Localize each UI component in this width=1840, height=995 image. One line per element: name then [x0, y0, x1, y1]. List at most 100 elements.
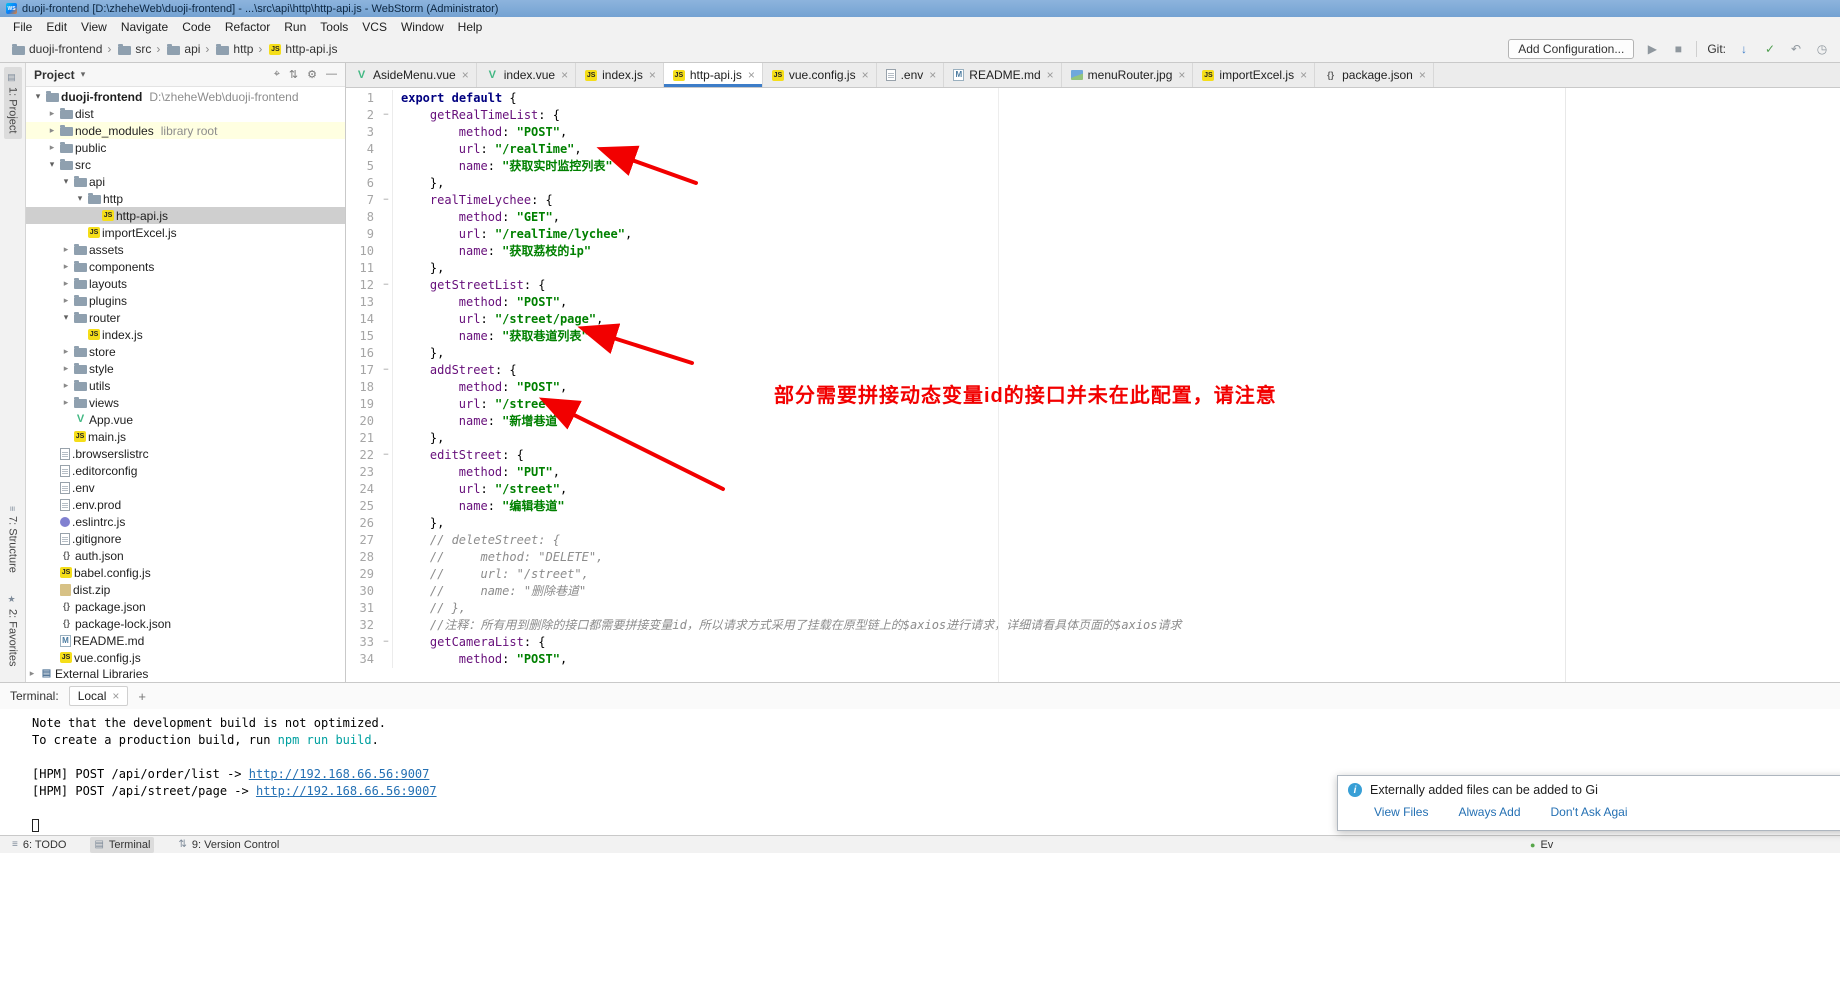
chevron-down-icon[interactable]: ▾ [32, 91, 44, 102]
breadcrumb-item-http[interactable]: http [214, 42, 253, 56]
tree-item-auth-json[interactable]: {}auth.json [26, 547, 345, 564]
close-icon[interactable]: × [112, 689, 119, 703]
tree-item-http-api-js[interactable]: JShttp-api.js [26, 207, 345, 224]
close-icon[interactable]: × [1419, 68, 1426, 82]
close-icon[interactable]: × [561, 68, 568, 82]
close-icon[interactable]: × [649, 68, 656, 82]
tree-item-node-modules[interactable]: ▸node_moduleslibrary root [26, 122, 345, 139]
notification-action-always-add[interactable]: Always Add [1458, 805, 1520, 819]
statusbar-item-9-version-control[interactable]: ⇅9: Version Control [174, 837, 283, 853]
tab-index-js[interactable]: JSindex.js× [576, 63, 664, 87]
chevron-right-icon[interactable]: ▸ [60, 261, 72, 272]
terminal-link[interactable]: http://192.168.66.56:9007 [256, 784, 437, 798]
menu-vcs[interactable]: VCS [355, 19, 394, 35]
tree-item-layouts[interactable]: ▸layouts [26, 275, 345, 292]
git-commit-button-icon[interactable]: ✓ [1762, 42, 1778, 56]
fold-marker-icon[interactable]: − [380, 277, 393, 294]
new-terminal-session-button[interactable]: + [138, 689, 146, 704]
tree-item-package-lock-json[interactable]: {}package-lock.json [26, 615, 345, 632]
locate-icon[interactable]: ⌖ [274, 68, 280, 81]
chevron-right-icon[interactable]: ▸ [60, 295, 72, 306]
tree-item-readme-md[interactable]: MREADME.md [26, 632, 345, 649]
statusbar-item-6-todo[interactable]: ≡6: TODO [8, 837, 70, 853]
tree-item-env-prod[interactable]: .env.prod [26, 496, 345, 513]
menu-navigate[interactable]: Navigate [114, 19, 175, 35]
project-panel-title[interactable]: Project [34, 68, 75, 82]
tree-item-env[interactable]: .env [26, 479, 345, 496]
external-libraries-row[interactable]: ▸ ▤ External Libraries [26, 665, 345, 682]
menu-view[interactable]: View [74, 19, 114, 35]
tree-item-src[interactable]: ▾src [26, 156, 345, 173]
tab-http-api-js[interactable]: JShttp-api.js× [664, 63, 763, 87]
tree-item-api[interactable]: ▾api [26, 173, 345, 190]
tree-item-views[interactable]: ▸views [26, 394, 345, 411]
chevron-right-icon[interactable]: ▸ [60, 244, 72, 255]
chevron-right-icon[interactable]: ▸ [46, 125, 58, 136]
git-revert-button-icon[interactable]: ↶ [1788, 42, 1804, 56]
terminal-link[interactable]: http://192.168.66.56:9007 [249, 767, 430, 781]
tree-item-duoji-frontend[interactable]: ▾duoji-frontendD:\zheheWeb\duoji-fronten… [26, 88, 345, 105]
fold-marker-icon[interactable]: − [380, 107, 393, 124]
menu-help[interactable]: Help [451, 19, 490, 35]
chevron-right-icon[interactable]: ▸ [60, 397, 72, 408]
menu-tools[interactable]: Tools [313, 19, 355, 35]
event-log-item[interactable]: ● Ev [1530, 839, 1553, 851]
tab-asidemenu-vue[interactable]: VAsideMenu.vue× [346, 63, 477, 87]
notification-action-view-files[interactable]: View Files [1374, 805, 1428, 819]
menu-edit[interactable]: Edit [39, 19, 74, 35]
tree-item-assets[interactable]: ▸assets [26, 241, 345, 258]
terminal-tab-local[interactable]: Local × [69, 686, 129, 706]
chevron-down-icon[interactable]: ▾ [74, 193, 86, 204]
close-icon[interactable]: × [1300, 68, 1307, 82]
tree-item-router[interactable]: ▾router [26, 309, 345, 326]
run-button-icon[interactable]: ▶ [1644, 42, 1660, 56]
history-button-icon[interactable]: ◷ [1814, 42, 1830, 56]
hide-panel-icon[interactable]: — [326, 68, 337, 81]
chevron-down-icon[interactable]: ▾ [60, 312, 72, 323]
tree-item-components[interactable]: ▸components [26, 258, 345, 275]
breadcrumb-item-duoji-frontend[interactable]: duoji-frontend [10, 42, 102, 56]
close-icon[interactable]: × [862, 68, 869, 82]
fold-marker-icon[interactable]: − [380, 192, 393, 209]
tab-vue-config-js[interactable]: JSvue.config.js× [763, 63, 877, 87]
menu-file[interactable]: File [6, 19, 39, 35]
git-update-button-icon[interactable]: ↓ [1736, 42, 1752, 56]
collapse-all-icon[interactable]: ⇅ [289, 68, 298, 81]
chevron-down-icon[interactable]: ▾ [60, 176, 72, 187]
menu-run[interactable]: Run [277, 19, 313, 35]
close-icon[interactable]: × [1178, 68, 1185, 82]
chevron-right-icon[interactable]: ▸ [26, 668, 38, 679]
tree-item-plugins[interactable]: ▸plugins [26, 292, 345, 309]
close-icon[interactable]: × [748, 68, 755, 82]
toolwindow-button-7-structure[interactable]: ≡7: Structure [4, 500, 22, 578]
tree-item-importexcel-js[interactable]: JSimportExcel.js [26, 224, 345, 241]
tree-item-gitignore[interactable]: .gitignore [26, 530, 345, 547]
tree-item-package-json[interactable]: {}package.json [26, 598, 345, 615]
breadcrumb-item-src[interactable]: src [116, 42, 151, 56]
close-icon[interactable]: × [1047, 68, 1054, 82]
tree-item-app-vue[interactable]: VApp.vue [26, 411, 345, 428]
toolwindow-button-2-favorites[interactable]: ★2: Favorites [4, 589, 22, 672]
tree-item-public[interactable]: ▸public [26, 139, 345, 156]
chevron-right-icon[interactable]: ▸ [46, 108, 58, 119]
tab-importexcel-js[interactable]: JSimportExcel.js× [1193, 63, 1315, 87]
chevron-right-icon[interactable]: ▸ [60, 380, 72, 391]
tree-item-dist[interactable]: ▸dist [26, 105, 345, 122]
tree-item-editorconfig[interactable]: .editorconfig [26, 462, 345, 479]
tree-item-dist-zip[interactable]: dist.zip [26, 581, 345, 598]
tab-menurouter-jpg[interactable]: menuRouter.jpg× [1062, 63, 1194, 87]
breadcrumb-item-api[interactable]: api [165, 42, 200, 56]
menu-window[interactable]: Window [394, 19, 451, 35]
fold-marker-icon[interactable]: − [380, 634, 393, 651]
fold-marker-icon[interactable]: − [380, 447, 393, 464]
tab-index-vue[interactable]: Vindex.vue× [477, 63, 576, 87]
tree-item-browserslistrc[interactable]: .browserslistrc [26, 445, 345, 462]
tab-readme-md[interactable]: MREADME.md× [944, 63, 1061, 87]
chevron-down-icon[interactable]: ▾ [46, 159, 58, 170]
tab-package-json[interactable]: {}package.json× [1315, 63, 1434, 87]
title-bar[interactable]: WS duoji-frontend [D:\zheheWeb\duoji-fro… [0, 0, 1840, 17]
vcs-notification-popup[interactable]: i Externally added files can be added to… [1337, 775, 1840, 831]
tree-item-main-js[interactable]: JSmain.js [26, 428, 345, 445]
code-editor[interactable]: 1export default {2− getRealTimeList: {3 … [346, 88, 1840, 682]
breadcrumb-item-http-api-js[interactable]: JShttp-api.js [267, 42, 337, 56]
